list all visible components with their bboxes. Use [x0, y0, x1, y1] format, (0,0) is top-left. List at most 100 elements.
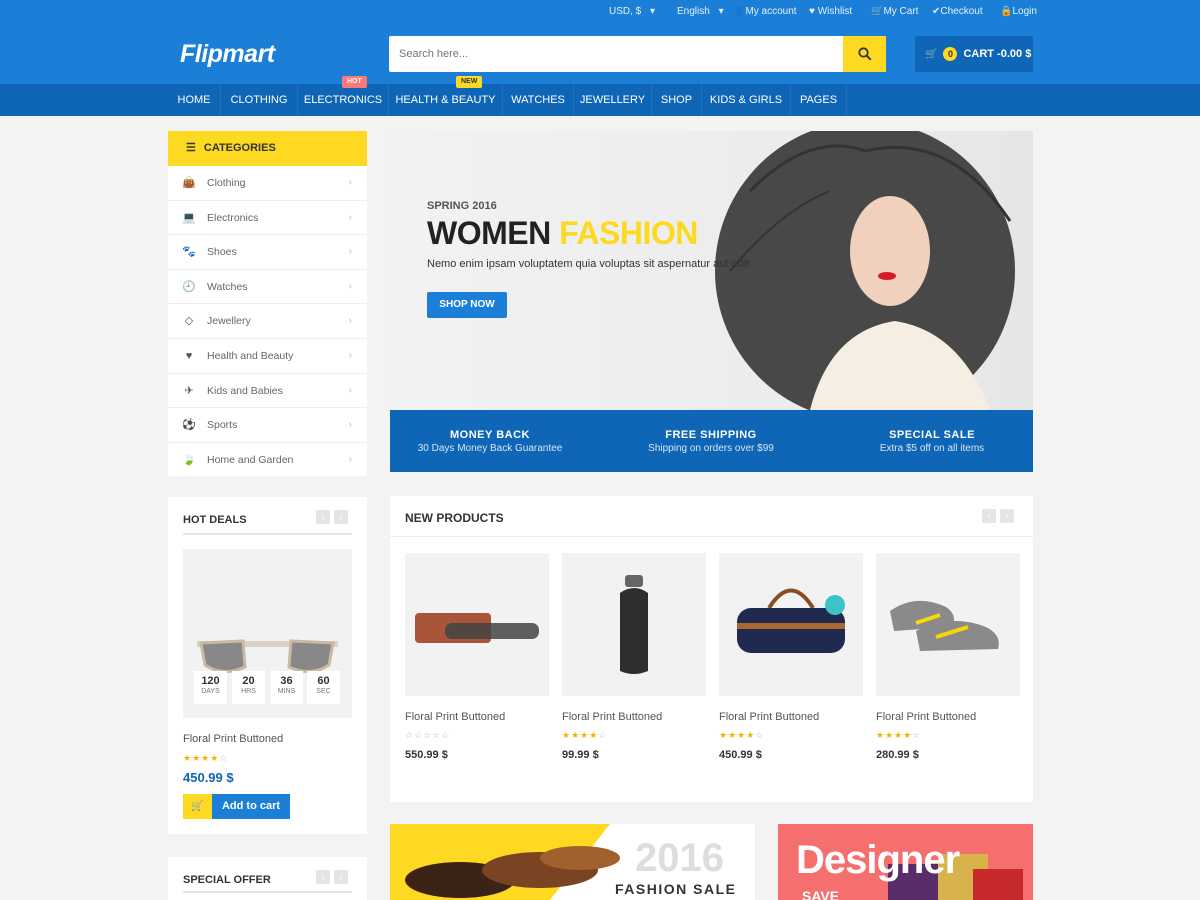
leaf-icon: 🍃: [182, 453, 196, 466]
product-price: 280.99 $: [876, 749, 919, 761]
categories-header: ☰ CATEGORIES: [168, 131, 367, 166]
feature-free-shipping: FREE SHIPPING Shipping on orders over $99: [648, 429, 774, 454]
product-rating: ★★★★☆: [876, 730, 922, 740]
duffel-bag-image: [737, 588, 845, 653]
nav-clothing[interactable]: CLOTHING: [221, 84, 298, 116]
sneakers-image: [890, 600, 999, 651]
paw-icon: 🐾: [182, 246, 196, 259]
prev-arrow-button[interactable]: ‹: [982, 509, 996, 523]
shop-now-button[interactable]: SHOP NOW: [427, 292, 507, 318]
category-sports[interactable]: ⚽ Sports ›: [168, 408, 367, 443]
cart-icon: 🛒: [925, 48, 938, 60]
currency-selector[interactable]: USD, $ ▾: [609, 6, 655, 17]
cart-icon: 🛒: [183, 794, 212, 819]
divider: [183, 891, 352, 893]
category-clothing[interactable]: 👜 Clothing ›: [168, 166, 367, 201]
new-products-title: NEW PRODUCTS: [405, 511, 504, 525]
next-arrow-button[interactable]: ›: [1000, 509, 1014, 523]
fashion-sale-banner[interactable]: 2016 FASHION SALE: [390, 824, 755, 900]
hot-deals-title: HOT DEALS: [183, 514, 247, 526]
product-price: 550.99 $: [405, 749, 448, 761]
nav-electronics[interactable]: ELECTRONICS HOT: [298, 76, 389, 116]
shopping-bag-icon: 👜: [182, 177, 196, 189]
product-price: 450.99 $: [719, 749, 762, 761]
nav-kids-girls[interactable]: KIDS & GIRLS: [702, 84, 791, 116]
water-bottle-image: [620, 575, 648, 674]
category-watches[interactable]: 🕘 Watches ›: [168, 270, 367, 305]
chevron-right-icon: ›: [348, 384, 352, 396]
category-jewellery[interactable]: ◇ Jewellery ›: [168, 304, 367, 339]
top-links-bar: USD, $ ▾ English ▾ 👤My account ♥ Wishlis…: [0, 0, 1200, 24]
product-rating: ★★★★☆: [562, 730, 608, 740]
hot-deal-product-name[interactable]: Floral Print Buttoned: [183, 733, 283, 745]
category-electronics[interactable]: 💻 Electronics ›: [168, 201, 367, 236]
soccer-ball-icon: ⚽: [182, 419, 196, 432]
menu-icon: ☰: [186, 142, 196, 154]
hot-badge: HOT: [342, 76, 367, 88]
wishlist-link[interactable]: ♥ Wishlist: [809, 6, 852, 17]
chevron-right-icon: ›: [348, 280, 352, 292]
cart-icon: 🛒: [871, 6, 884, 17]
feature-special-sale: SPECIAL SALE Extra $5 off on all items: [879, 429, 985, 454]
product-name[interactable]: Floral Print Buttoned: [719, 711, 819, 723]
next-arrow-button[interactable]: ›: [334, 870, 348, 884]
my-cart-link[interactable]: 🛒My Cart: [871, 6, 918, 17]
cart-total: CART -0.00 $: [963, 48, 1032, 60]
category-home-garden[interactable]: 🍃 Home and Garden ›: [168, 443, 367, 478]
hot-deal-price: 450.99 $: [183, 770, 234, 785]
category-kids-babies[interactable]: ✈ Kids and Babies ›: [168, 374, 367, 409]
glasses-case-image: [415, 613, 539, 643]
category-health-beauty[interactable]: ♥ Health and Beauty ›: [168, 339, 367, 374]
hero-text: Nemo enim ipsam voluptatem quia voluptas…: [427, 258, 750, 270]
nav-shop[interactable]: SHOP: [652, 84, 702, 116]
search-button[interactable]: [843, 36, 886, 72]
product-image-bottle[interactable]: [562, 553, 706, 696]
next-arrow-button[interactable]: ›: [334, 510, 348, 524]
search-bar: [389, 36, 886, 72]
site-logo[interactable]: Flipmart: [180, 40, 275, 69]
cart-button[interactable]: 🛒 0 CART -0.00 $: [915, 36, 1033, 72]
nav-home[interactable]: HOME: [168, 84, 221, 116]
heart-icon: ♥: [809, 6, 815, 17]
user-icon: 👤: [733, 6, 746, 17]
product-name[interactable]: Floral Print Buttoned: [562, 711, 662, 723]
hero-subtitle: SPRING 2016: [427, 200, 497, 212]
cart-count-badge: 0: [943, 47, 958, 61]
product-image-sneakers[interactable]: [876, 553, 1020, 696]
chevron-down-icon: ▾: [718, 6, 724, 17]
chevron-right-icon: ›: [348, 349, 352, 361]
categories-panel: ☰ CATEGORIES 👜 Clothing › 💻 Electronics › 🐾 Sh…: [168, 131, 367, 476]
product-image-glasses-case[interactable]: [405, 553, 549, 696]
chevron-right-icon: ›: [348, 246, 352, 258]
prev-arrow-button[interactable]: ‹: [316, 510, 330, 524]
checkout-link[interactable]: ✔Checkout: [932, 6, 983, 17]
timer-minutes: 36 MINS: [270, 671, 303, 704]
login-link[interactable]: 🔒Login: [1000, 6, 1037, 17]
designer-banner[interactable]: Designer SAVE: [778, 824, 1033, 900]
special-offer-title: SPECIAL OFFER: [183, 874, 271, 886]
hero-title: WOMEN FASHION: [427, 215, 698, 251]
product-name[interactable]: Floral Print Buttoned: [876, 711, 976, 723]
nav-pages[interactable]: PAGES: [791, 84, 847, 116]
banner-fashion-sale: FASHION SALE: [615, 881, 737, 897]
nav-jewellery[interactable]: JEWELLERY: [574, 84, 652, 116]
new-badge: NEW: [456, 76, 483, 88]
search-input[interactable]: [389, 36, 839, 72]
product-name[interactable]: Floral Print Buttoned: [405, 711, 505, 723]
category-shoes[interactable]: 🐾 Shoes ›: [168, 235, 367, 270]
nav-electronics-label: ELECTRONICS: [303, 94, 383, 106]
new-products-arrows: ‹ ›: [982, 509, 1014, 523]
language-selector[interactable]: English ▾: [677, 6, 724, 17]
special-offer-arrows: ‹ ›: [316, 870, 348, 884]
product-price: 99.99 $: [562, 749, 599, 761]
feature-money-back: MONEY BACK 30 Days Money Back Guarantee: [417, 429, 563, 454]
nav-watches[interactable]: WATCHES: [503, 84, 574, 116]
hero-model-image: [715, 131, 1015, 410]
my-account-link[interactable]: 👤My account: [733, 6, 797, 17]
prev-arrow-button[interactable]: ‹: [316, 870, 330, 884]
nav-health-beauty[interactable]: HEALTH & BEAUTY NEW: [389, 76, 503, 116]
product-image-bag[interactable]: [719, 553, 863, 696]
banner-save: SAVE: [802, 888, 840, 900]
add-to-cart-button[interactable]: 🛒 Add to cart: [183, 794, 290, 819]
add-to-cart-label: Add to cart: [212, 794, 290, 819]
